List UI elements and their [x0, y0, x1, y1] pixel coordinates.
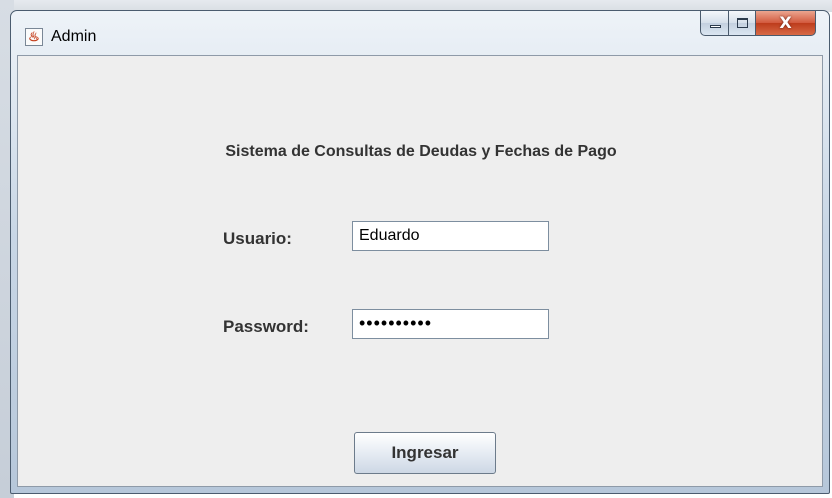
java-cup-icon[interactable]: ♨ — [25, 28, 43, 46]
maximize-icon — [737, 18, 748, 28]
close-button[interactable]: X — [756, 11, 816, 36]
login-button[interactable]: Ingresar — [354, 432, 496, 474]
user-field[interactable] — [352, 221, 549, 251]
page-title: Sistema de Consultas de Deudas y Fechas … — [225, 143, 617, 160]
title-bar[interactable]: ♨ Admin X — [11, 11, 829, 55]
minimize-button[interactable] — [700, 11, 729, 36]
password-field[interactable] — [352, 309, 549, 339]
maximize-button[interactable] — [729, 11, 756, 36]
login-panel: Sistema de Consultas de Deudas y Fechas … — [17, 55, 823, 487]
caption-buttons: X — [700, 11, 816, 37]
minimize-icon — [710, 25, 721, 28]
user-label: Usuario: — [223, 229, 292, 248]
window-title: Admin — [51, 28, 97, 45]
password-label: Password: — [223, 317, 309, 336]
close-icon: X — [779, 13, 792, 32]
admin-window: ♨ Admin X Sistema de Consultas de Deudas… — [10, 10, 830, 494]
